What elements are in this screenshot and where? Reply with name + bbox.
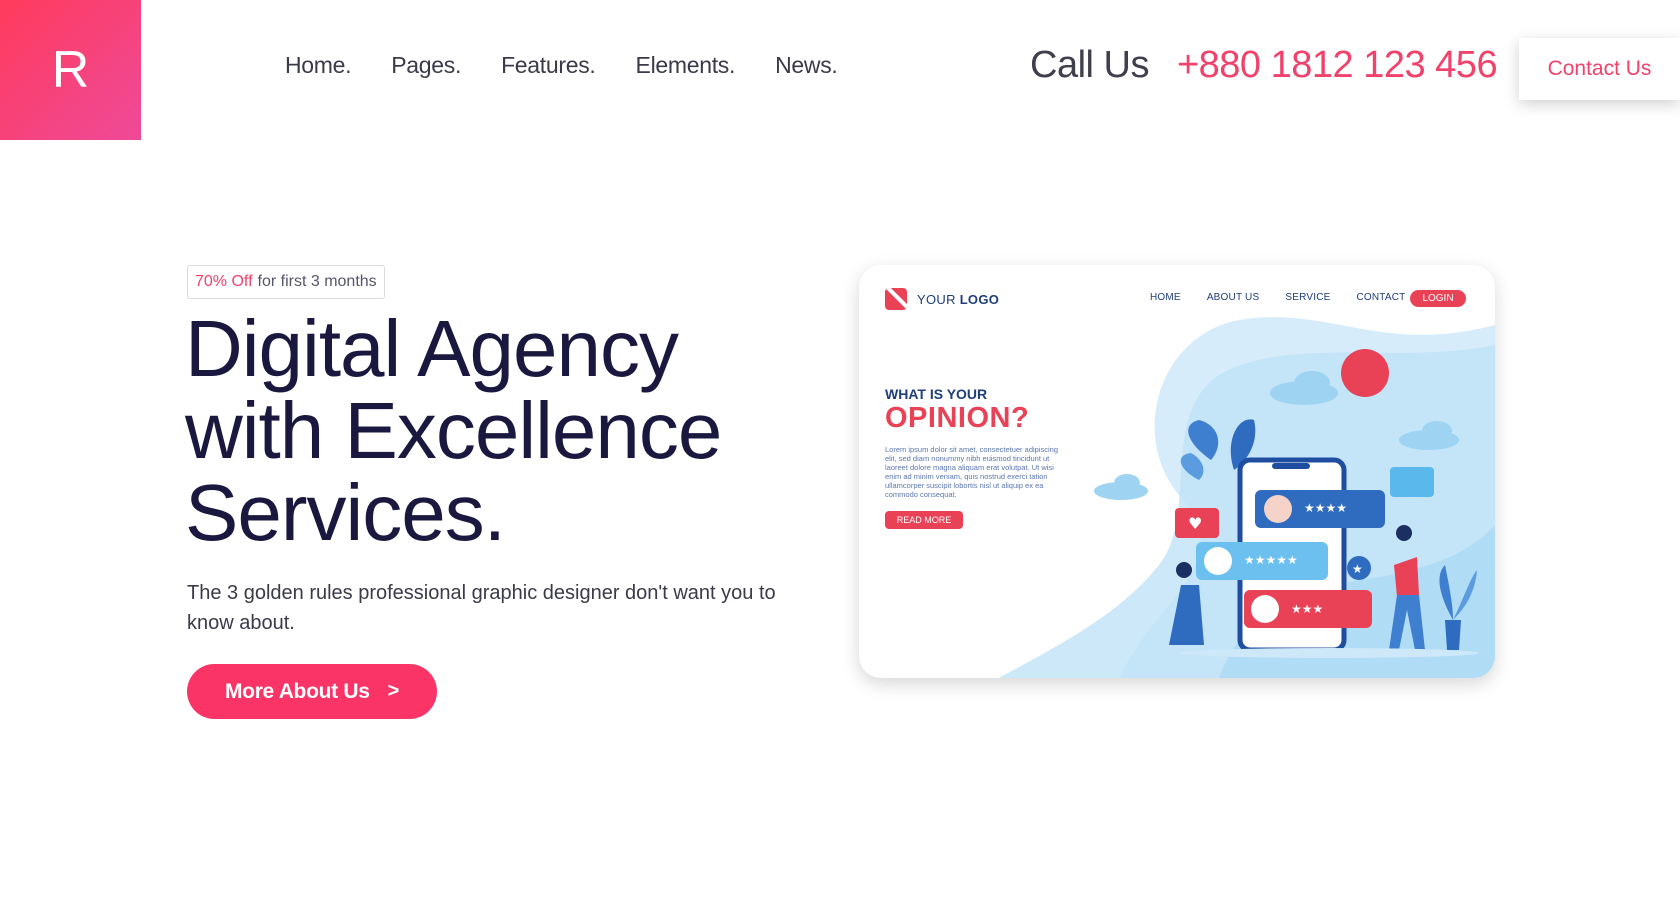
svg-text:★★★★★: ★★★★★ (1244, 553, 1298, 567)
call-us-block: Call Us +880 1812 123 456 (1030, 44, 1498, 87)
preview-lorem-text: Lorem ipsum dolor sit amet, consectetuer… (885, 445, 1058, 499)
preview-nav-about: ABOUT US (1206, 292, 1260, 303)
nav-item-news[interactable]: News. (775, 52, 838, 79)
svg-text:♥: ♥ (1188, 514, 1202, 533)
nav-item-pages[interactable]: Pages. (391, 52, 461, 79)
hero-subtitle: The 3 golden rules professional graphic … (187, 582, 776, 634)
preview-nav-contact: CONTACT (1356, 292, 1406, 303)
hero-title: Digital Agency with Excellence Services. (185, 308, 825, 554)
phone-number-link[interactable]: +880 1812 123 456 (1177, 44, 1498, 87)
nav-item-elements[interactable]: Elements. (636, 52, 736, 79)
svg-text:★★★: ★★★ (1291, 602, 1323, 616)
brand-logo[interactable]: R (0, 0, 141, 140)
promo-badge-text: for first 3 months (257, 273, 377, 290)
preview-nav-home: HOME (1150, 292, 1181, 303)
promo-badge: 70% Off for first 3 months (187, 265, 385, 299)
hero-title-line-1: Digital Agency (185, 304, 679, 393)
chevron-right-icon: > (387, 680, 400, 702)
call-us-label: Call Us (1030, 44, 1149, 86)
hero-title-line-3: Services. (185, 468, 506, 557)
hero-title-line-2: with Excellence (185, 386, 722, 475)
preview-logo-text: YOUR LOGO (917, 292, 999, 307)
more-about-us-button[interactable]: More About Us > (187, 664, 437, 719)
landing-preview-image: ★★★★ ★★★★★ ★★★ ♥ ★ YOUR LOGO HOME ABOUT … (859, 265, 1495, 678)
svg-text:★★★★: ★★★★ (1304, 501, 1347, 515)
brand-logo-letter: R (51, 41, 90, 99)
preview-logo: YOUR LOGO (885, 288, 999, 310)
preview-nav-service: SERVICE (1285, 292, 1331, 303)
preview-login-button: LOGIN (1410, 290, 1466, 307)
preview-logo-text-bold: LOGO (959, 291, 1000, 307)
preview-logo-text-thin: YOUR (917, 291, 956, 307)
preview-logo-mark-icon (885, 288, 907, 310)
promo-badge-discount: 70% Off (195, 273, 253, 290)
nav-item-features[interactable]: Features. (501, 52, 596, 79)
svg-text:★: ★ (1352, 562, 1363, 576)
contact-us-button[interactable]: Contact Us (1519, 38, 1680, 100)
main-nav: Home. Pages. Features. Elements. News. (285, 52, 838, 79)
preview-opinion-heading: OPINION? (885, 402, 1030, 434)
preview-read-more-button: READ MORE (885, 511, 963, 529)
more-about-us-label: More About Us (224, 679, 370, 703)
preview-what-heading: WHAT IS YOUR (885, 386, 988, 402)
preview-nav: HOME ABOUT US SERVICE CONTACT (1150, 292, 1405, 303)
nav-item-home[interactable]: Home. (285, 52, 352, 79)
